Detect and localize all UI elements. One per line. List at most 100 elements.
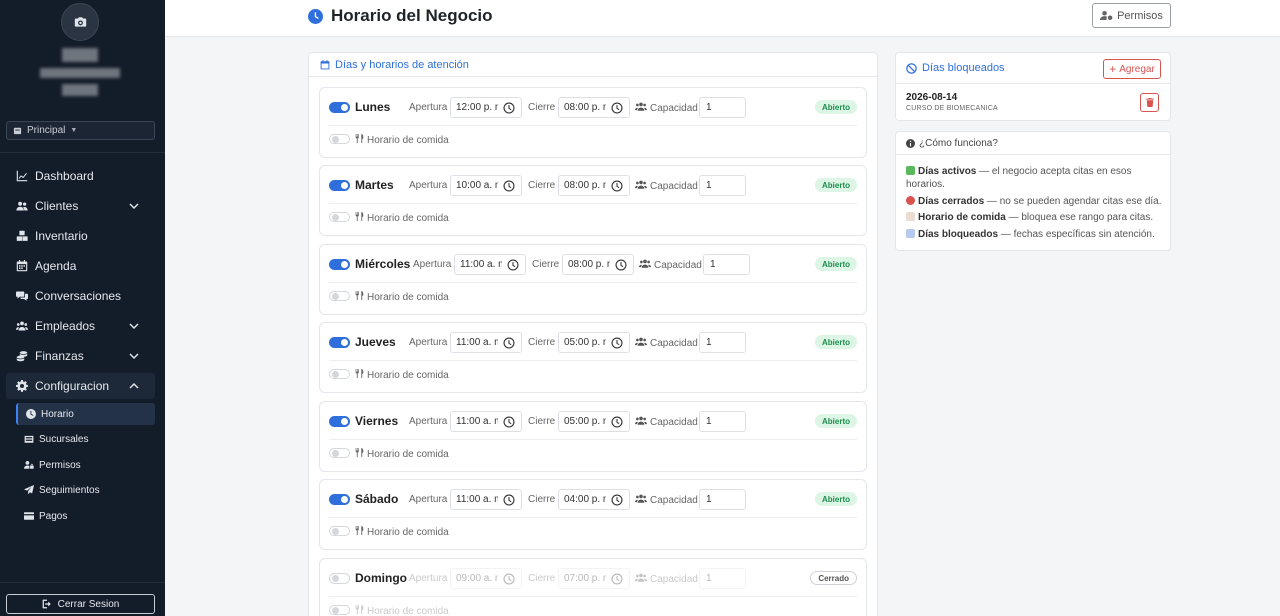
fork-knife-icon: [355, 448, 364, 460]
opening-time-input[interactable]: 11:00 a. m.: [450, 332, 522, 353]
lunch-toggle[interactable]: [329, 605, 350, 615]
day-toggle[interactable]: [329, 494, 350, 505]
capacity-input[interactable]: 1: [699, 568, 746, 589]
help-line-closed: Días cerrados — no se pueden agendar cit…: [906, 195, 1164, 208]
opening-time-value: 12:00 p. m.: [456, 102, 498, 113]
sidebar-subitem-permisos[interactable]: Permisos: [16, 454, 155, 476]
add-blocked-day-button[interactable]: + Agregar: [1103, 59, 1161, 79]
day-toggle[interactable]: [329, 416, 350, 427]
lunch-toggle[interactable]: [329, 448, 350, 458]
branch-select[interactable]: Principal ▼: [6, 121, 155, 140]
row-divider: [329, 596, 857, 597]
sidebar-subitem-horario[interactable]: Horario: [16, 403, 155, 425]
capacity-input[interactable]: 1: [699, 411, 746, 432]
opening-time-value: 11:00 a. m.: [456, 337, 498, 348]
redacted-role: [62, 84, 98, 96]
users-icon: [635, 494, 647, 506]
sidebar-item-finanzas[interactable]: Finanzas: [6, 343, 155, 369]
day-name: Martes: [355, 178, 394, 192]
closing-time-input[interactable]: 07:00 p. m.: [558, 568, 630, 589]
sidebar-item-clientes[interactable]: Clientes: [6, 193, 155, 219]
day-toggle[interactable]: [329, 337, 350, 348]
day-toggle[interactable]: [329, 102, 350, 113]
trash-icon: [1145, 98, 1154, 107]
day-toggle[interactable]: [329, 573, 350, 584]
sidebar-item-dashboard[interactable]: Dashboard: [6, 163, 155, 189]
closing-time-input[interactable]: 05:00 p. m.: [558, 332, 630, 353]
closing-time-value: 08:00 p. m.: [564, 102, 606, 113]
day-toggle[interactable]: [329, 180, 350, 191]
closing-time-input[interactable]: 04:00 p. m.: [558, 489, 630, 510]
fork-knife-icon: [355, 605, 364, 616]
paper-plane-icon: [24, 485, 34, 495]
sidebar-subitem-sucursales[interactable]: Sucursales: [16, 428, 155, 450]
help-term: Días cerrados: [918, 196, 985, 207]
capacity-input[interactable]: 1: [699, 175, 746, 196]
add-blocked-day-label: Agregar: [1119, 63, 1155, 75]
plus-icon: +: [1109, 62, 1117, 76]
sidebar-subitem-seguimientos[interactable]: Seguimientos: [16, 479, 155, 501]
calendar-icon: [320, 59, 330, 69]
sidebar-item-configuracion[interactable]: Configuracion: [6, 373, 155, 399]
closing-time-value: 04:00 p. m.: [564, 494, 606, 505]
lunch-toggle[interactable]: [329, 291, 350, 301]
clock-icon: [308, 8, 323, 24]
fork-knife-icon: [355, 134, 364, 146]
sidebar-subitem-label: Pagos: [39, 510, 68, 522]
permissions-button-label: Permisos: [1117, 9, 1163, 22]
row-divider: [329, 125, 857, 126]
opening-time-input[interactable]: 10:00 a. m.: [450, 175, 522, 196]
opening-label: Apertura: [413, 259, 452, 270]
page-title: Horario del Negocio: [308, 6, 493, 26]
lunch-toggle[interactable]: [329, 134, 350, 144]
capacity-input[interactable]: 1: [703, 254, 750, 275]
help-term: Días activos: [918, 166, 977, 177]
delete-blocked-day-button[interactable]: [1140, 93, 1159, 112]
row-divider: [329, 439, 857, 440]
opening-time-input[interactable]: 12:00 p. m.: [450, 97, 522, 118]
capacity-input[interactable]: 1: [699, 332, 746, 353]
opening-label: Apertura: [409, 337, 448, 348]
closing-time-input[interactable]: 05:00 p. m.: [558, 411, 630, 432]
opening-label: Apertura: [409, 102, 448, 113]
opening-time-input[interactable]: 09:00 a. m.: [450, 568, 522, 589]
row-divider: [329, 517, 857, 518]
closing-time-input[interactable]: 08:00 p. m.: [558, 175, 630, 196]
sidebar-item-label: Clientes: [35, 199, 79, 213]
lunch-toggle[interactable]: [329, 526, 350, 536]
logout-button[interactable]: Cerrar Sesion: [6, 594, 155, 614]
sidebar-item-agenda[interactable]: Agenda: [6, 253, 155, 279]
permissions-button[interactable]: Permisos: [1092, 3, 1171, 28]
opening-label: Apertura: [409, 416, 448, 427]
redacted-name: [62, 48, 98, 62]
day-toggle[interactable]: [329, 259, 350, 270]
sidebar-item-conversaciones[interactable]: Conversaciones: [6, 283, 155, 309]
sidebar-item-inventario[interactable]: Inventario: [6, 223, 155, 249]
closing-time-input[interactable]: 08:00 p. m.: [558, 97, 630, 118]
row-divider: [329, 282, 857, 283]
opening-time-value: 11:00 a. m.: [460, 259, 502, 270]
boxes-icon: [15, 230, 28, 243]
lunch-toggle[interactable]: [329, 369, 350, 379]
sidebar-item-empleados[interactable]: Empleados: [6, 313, 155, 339]
users-icon: [635, 102, 647, 114]
lunch-toggle[interactable]: [329, 212, 350, 222]
opening-time-input[interactable]: 11:00 a. m.: [454, 254, 526, 275]
lunch-label: Horario de comida: [355, 291, 449, 303]
sidebar-item-label: Empleados: [35, 319, 96, 333]
schedule-card-header: Días y horarios de atención: [309, 53, 877, 77]
coins-icon: [15, 350, 28, 363]
closing-time-input[interactable]: 08:00 p. m.: [562, 254, 634, 275]
opening-time-input[interactable]: 11:00 a. m.: [450, 411, 522, 432]
capacity-input[interactable]: 1: [699, 489, 746, 510]
blocked-day-description: CURSO DE BIOMECANICA: [906, 105, 998, 112]
capacity-input[interactable]: 1: [699, 97, 746, 118]
opening-time-input[interactable]: 11:00 a. m.: [450, 489, 522, 510]
capacity-value: 1: [706, 573, 712, 584]
sidebar-subitem-pagos[interactable]: Pagos: [16, 505, 155, 527]
help-text: — bloquea ese rango para citas.: [1005, 212, 1154, 223]
closing-time-value: 05:00 p. m.: [564, 416, 606, 427]
avatar[interactable]: [61, 3, 99, 41]
calendar-small-icon: [906, 229, 915, 238]
blocked-day-date: 2026-08-14: [906, 92, 958, 103]
